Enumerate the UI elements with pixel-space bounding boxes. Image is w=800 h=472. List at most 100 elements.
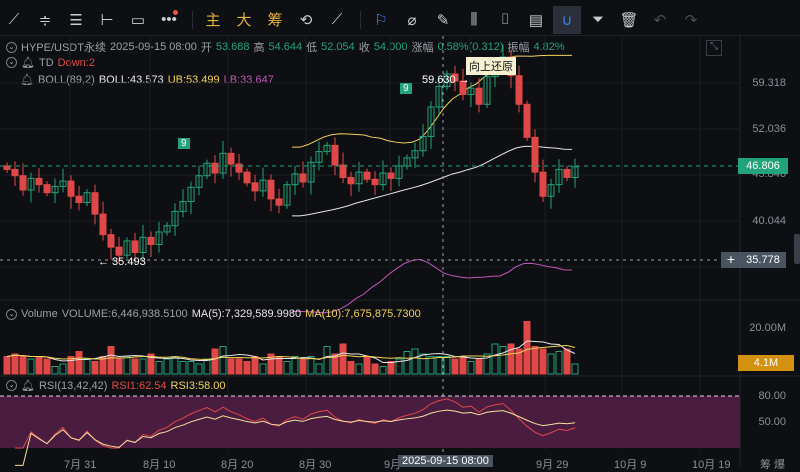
- high-annotation: 59.630 →: [422, 74, 470, 86]
- volume-bar: [523, 321, 531, 375]
- candle-body: [99, 213, 107, 236]
- crosshair-time-badge: 2025-09-15 08:00: [398, 455, 493, 467]
- volume-bar: [435, 356, 443, 375]
- volume-tick: 20.00M: [749, 322, 786, 334]
- candle-body: [251, 182, 259, 192]
- volume-bar: [555, 351, 563, 375]
- volume-bar: [563, 348, 571, 375]
- candle-body: [11, 168, 19, 177]
- volume-bar: [123, 356, 131, 375]
- volume-bar: [171, 356, 179, 375]
- candle-body: [235, 163, 243, 173]
- collapse-icon[interactable]: ⌄: [6, 308, 17, 320]
- volume-value: VOLUME:6,446,938.5100: [61, 308, 188, 320]
- restore-tooltip[interactable]: 向上还原: [466, 57, 516, 75]
- x-tick: 8月 20: [221, 459, 254, 471]
- volume-bar: [259, 363, 267, 375]
- volume-bar: [443, 356, 451, 375]
- volume-bar: [179, 361, 187, 375]
- bell-icon[interactable]: 🔔︎: [21, 379, 35, 392]
- last-price-badge: 46.806: [738, 158, 788, 174]
- candle-body: [563, 168, 571, 178]
- candlestick-chart[interactable]: [0, 0, 800, 467]
- x-tick: 8月 10: [143, 459, 176, 471]
- volume-bar: [411, 348, 419, 375]
- volume-bar: [387, 361, 395, 375]
- volume-bar: [291, 356, 299, 375]
- candle-body: [331, 144, 339, 166]
- volume-bar: [491, 343, 499, 375]
- x-tick: 9月 29: [536, 459, 569, 471]
- volume-bar: [467, 361, 475, 375]
- volume-bar: [75, 351, 83, 375]
- candle-body: [539, 171, 547, 197]
- rsi3-value: RSI3:58.00: [170, 379, 226, 392]
- volume-bar: [459, 356, 467, 375]
- volume-bar: [91, 361, 99, 375]
- rsi1-value: RSI1:62.54: [111, 379, 167, 392]
- candle-body: [243, 171, 251, 184]
- volume-bar: [427, 356, 435, 375]
- volume-label: Volume: [21, 308, 58, 320]
- volume-bar: [531, 346, 539, 375]
- volume-bar: [539, 348, 547, 375]
- volume-bar: [211, 348, 219, 375]
- x-tick: 7月 31: [64, 459, 97, 471]
- x-tick: 8月 30: [299, 459, 332, 471]
- volume-bar: [379, 366, 387, 375]
- candle-body: [75, 195, 83, 203]
- td-9-marker: 9: [178, 138, 190, 149]
- volume-bar: [347, 361, 355, 375]
- candle-body: [363, 171, 371, 180]
- td-9-marker: 9: [400, 83, 412, 94]
- candle-body: [371, 178, 379, 186]
- volume-bar: [59, 363, 67, 375]
- volume-bar: [131, 358, 139, 375]
- candle-body: [299, 173, 307, 183]
- candle-body: [523, 103, 531, 138]
- volume-bar: [51, 366, 59, 375]
- volume-bar: [3, 356, 11, 375]
- volume-bar: [155, 361, 163, 375]
- candle-body: [275, 198, 283, 206]
- candle-body: [267, 179, 275, 200]
- volume-bar: [35, 356, 43, 375]
- volume-bar: [403, 351, 411, 375]
- volume-bar: [11, 353, 19, 375]
- rsi-tick: 50.00: [758, 416, 786, 428]
- volume-bar: [203, 358, 211, 375]
- volume-last-badge: 4.1M: [738, 355, 794, 371]
- volume-bar: [419, 353, 427, 375]
- add-alert-icon[interactable]: +: [721, 252, 741, 268]
- volume-bar: [243, 361, 251, 375]
- rsi-tick: 80.00: [758, 390, 786, 402]
- price-tick: 52.036: [752, 123, 786, 135]
- volume-bar: [219, 346, 227, 375]
- candle-body: [339, 164, 347, 178]
- candle-body: [531, 136, 539, 173]
- volume-legend: ⌄ Volume VOLUME:6,446,938.5100 MA(5):7,3…: [6, 308, 421, 320]
- axis-mode-buttons[interactable]: 筹 爆: [760, 456, 785, 472]
- volume-bar: [139, 358, 147, 375]
- volume-bar: [355, 363, 363, 375]
- x-tick: 10月 19: [692, 459, 731, 471]
- candle-body: [107, 234, 115, 248]
- volume-bar: [163, 358, 171, 375]
- candle-body: [115, 246, 123, 256]
- scroll-handle[interactable]: [794, 234, 800, 264]
- volume-bar: [83, 358, 91, 375]
- candle-body: [387, 172, 395, 179]
- price-tick: 40.044: [752, 215, 786, 227]
- candle-body: [91, 192, 99, 215]
- volume-bar: [371, 363, 379, 375]
- price-tick: 59.318: [752, 77, 786, 89]
- candle-body: [43, 184, 51, 194]
- volume-bar: [571, 363, 579, 375]
- rsi-legend: ⌄ 🔔︎ RSI(13,42,42) RSI1:62.54 RSI3:58.00: [6, 379, 226, 392]
- volume-bar: [499, 346, 507, 375]
- candle-body: [147, 236, 155, 245]
- candle-body: [19, 175, 27, 191]
- volume-ma5: MA(5):7,329,589.9980: [191, 308, 302, 320]
- volume-bar: [43, 358, 51, 375]
- collapse-icon[interactable]: ⌄: [6, 380, 17, 391]
